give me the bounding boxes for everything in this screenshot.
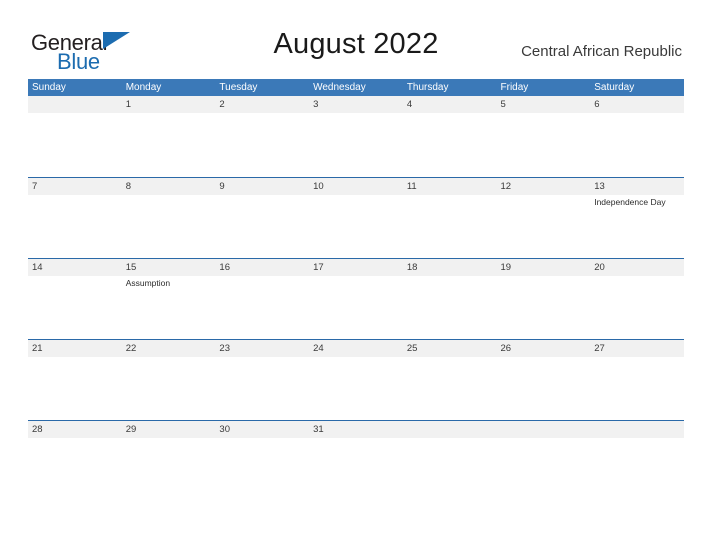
day-event xyxy=(215,276,309,339)
day-number[interactable]: 12 xyxy=(497,178,591,195)
day-number[interactable]: 16 xyxy=(215,259,309,276)
weekday-header-monday: Monday xyxy=(125,82,162,93)
week-day-number-band: 1 2 3 4 5 6 xyxy=(28,96,684,113)
day-event xyxy=(122,195,216,258)
weekday-header-thursday: Thursday xyxy=(406,82,449,93)
day-event xyxy=(122,357,216,420)
day-event xyxy=(497,113,591,176)
calendar-week-row: 21 22 23 24 25 26 27 xyxy=(28,339,684,420)
weekday-header-saturday: Saturday xyxy=(594,82,635,93)
day-event xyxy=(403,276,497,339)
day-event xyxy=(309,438,403,501)
page-header: General Blue August 2022 Central African… xyxy=(0,0,712,78)
day-number[interactable] xyxy=(403,421,497,438)
day-number[interactable] xyxy=(590,421,684,438)
day-number[interactable]: 24 xyxy=(309,340,403,357)
day-number[interactable]: 17 xyxy=(309,259,403,276)
calendar-week-row: 14 15 16 17 18 19 20 Assumption xyxy=(28,258,684,339)
day-event xyxy=(215,195,309,258)
day-number[interactable]: 2 xyxy=(215,96,309,113)
day-event xyxy=(497,357,591,420)
day-event xyxy=(309,276,403,339)
week-day-number-band: 28 29 30 31 xyxy=(28,421,684,438)
day-event xyxy=(590,357,684,420)
day-number[interactable]: 28 xyxy=(28,421,122,438)
day-number[interactable]: 9 xyxy=(215,178,309,195)
day-event xyxy=(215,113,309,176)
day-event xyxy=(403,357,497,420)
day-number[interactable]: 10 xyxy=(309,178,403,195)
day-number[interactable]: 1 xyxy=(122,96,216,113)
week-event-band xyxy=(28,113,684,176)
day-event xyxy=(309,195,403,258)
day-event xyxy=(28,438,122,501)
weekday-header-tuesday: Tuesday xyxy=(219,82,258,93)
day-number[interactable]: 23 xyxy=(215,340,309,357)
weekday-header-wednesday: Wednesday xyxy=(313,82,366,93)
day-event xyxy=(215,357,309,420)
weekday-header-row: Sunday Monday Tuesday Wednesday Thursday… xyxy=(28,79,684,96)
day-number[interactable]: 5 xyxy=(497,96,591,113)
calendar-grid: Sunday Monday Tuesday Wednesday Thursday… xyxy=(28,79,684,501)
day-number[interactable]: 26 xyxy=(497,340,591,357)
day-number[interactable]: 3 xyxy=(309,96,403,113)
week-event-band: Independence Day xyxy=(28,195,684,258)
week-event-band: Assumption xyxy=(28,276,684,339)
day-event: Independence Day xyxy=(594,197,666,207)
day-event xyxy=(28,195,122,258)
day-number[interactable]: 18 xyxy=(403,259,497,276)
day-event xyxy=(122,113,216,176)
day-number[interactable] xyxy=(497,421,591,438)
day-number[interactable]: 30 xyxy=(215,421,309,438)
day-event xyxy=(403,438,497,501)
day-event xyxy=(309,357,403,420)
week-day-number-band: 7 8 9 10 11 12 13 xyxy=(28,178,684,195)
week-day-number-band: 21 22 23 24 25 26 27 xyxy=(28,340,684,357)
day-event xyxy=(497,438,591,501)
calendar-week-row: 1 2 3 4 5 6 xyxy=(28,96,684,177)
day-number[interactable]: 31 xyxy=(309,421,403,438)
day-event xyxy=(590,113,684,176)
day-number[interactable]: 6 xyxy=(590,96,684,113)
day-event xyxy=(497,195,591,258)
day-number[interactable]: 15 xyxy=(122,259,216,276)
day-number[interactable]: 25 xyxy=(403,340,497,357)
day-number[interactable]: 4 xyxy=(403,96,497,113)
day-number[interactable]: 13 xyxy=(590,178,684,195)
day-number[interactable] xyxy=(28,96,122,113)
day-number[interactable]: 14 xyxy=(28,259,122,276)
weekday-header-friday: Friday xyxy=(500,82,529,93)
day-event xyxy=(28,357,122,420)
day-event xyxy=(590,438,684,501)
day-event xyxy=(28,276,122,339)
weekday-header-sunday: Sunday xyxy=(32,82,66,93)
week-event-band xyxy=(28,438,684,501)
week-event-band xyxy=(28,357,684,420)
day-number[interactable]: 8 xyxy=(122,178,216,195)
day-event xyxy=(497,276,591,339)
day-number[interactable]: 29 xyxy=(122,421,216,438)
day-event xyxy=(590,276,684,339)
day-event: Assumption xyxy=(125,278,171,288)
day-number[interactable]: 19 xyxy=(497,259,591,276)
day-event xyxy=(403,195,497,258)
day-number[interactable]: 22 xyxy=(122,340,216,357)
day-number[interactable]: 7 xyxy=(28,178,122,195)
day-number[interactable]: 21 xyxy=(28,340,122,357)
calendar-week-row: 7 8 9 10 11 12 13 Independence Day xyxy=(28,177,684,258)
day-event xyxy=(309,113,403,176)
day-event xyxy=(215,438,309,501)
region-label: Central African Republic xyxy=(521,43,682,60)
day-number[interactable]: 27 xyxy=(590,340,684,357)
calendar-week-row: 28 29 30 31 xyxy=(28,420,684,501)
day-event xyxy=(28,113,122,176)
day-event xyxy=(403,113,497,176)
week-day-number-band: 14 15 16 17 18 19 20 xyxy=(28,259,684,276)
day-number[interactable]: 11 xyxy=(403,178,497,195)
day-event xyxy=(122,438,216,501)
day-number[interactable]: 20 xyxy=(590,259,684,276)
